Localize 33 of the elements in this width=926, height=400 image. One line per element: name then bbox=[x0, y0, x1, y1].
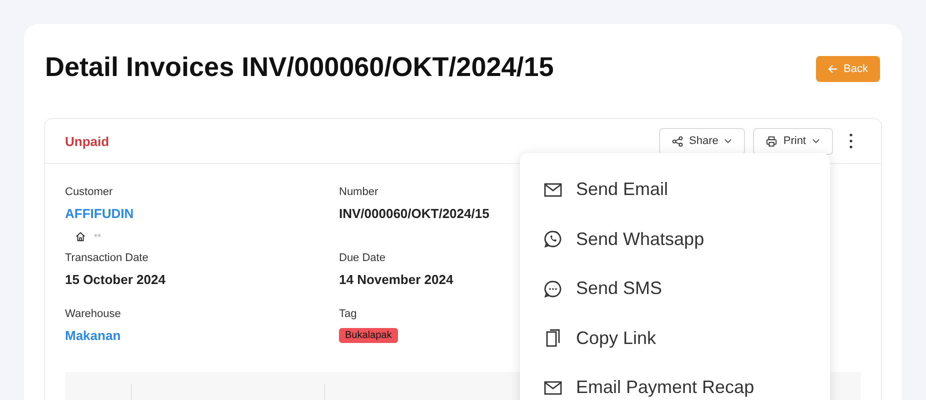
field-label: Transaction Date bbox=[65, 252, 148, 264]
chat-bubble-icon bbox=[544, 280, 562, 298]
field-label: Warehouse bbox=[65, 308, 121, 320]
share-button[interactable]: Share bbox=[659, 128, 746, 154]
field-label: Tag bbox=[339, 308, 357, 320]
phone-bubble-icon bbox=[544, 230, 562, 248]
field-label: Due Date bbox=[339, 252, 386, 264]
menu-item[interactable]: Email Payment Recap bbox=[520, 363, 830, 400]
field-value: INV/000060/OKT/2024/15 bbox=[339, 206, 490, 221]
home-icon bbox=[75, 231, 86, 242]
chevron-down-icon bbox=[724, 138, 732, 144]
printer-icon bbox=[766, 136, 778, 146]
chevron-down-icon bbox=[812, 138, 820, 144]
envelope-icon bbox=[544, 182, 562, 197]
status-label: Unpaid bbox=[65, 134, 110, 148]
menu-item[interactable]: Send Email bbox=[520, 165, 830, 214]
tag-label: Bukalapak bbox=[339, 328, 398, 343]
field-value: 14 November 2024 bbox=[339, 272, 454, 287]
menu-item[interactable]: Send SMS bbox=[520, 264, 830, 314]
field-value: 15 October 2024 bbox=[65, 272, 166, 287]
envelope-icon bbox=[544, 380, 562, 395]
print-button[interactable]: Print bbox=[753, 128, 833, 154]
menu-item[interactable]: Copy Link bbox=[520, 314, 830, 363]
page-title: Detail Invoices INV/000060/OKT/2024/15 bbox=[44, 52, 554, 83]
copy-icon bbox=[544, 329, 562, 348]
field-link[interactable]: AFFIFUDIN bbox=[65, 206, 134, 221]
field-label: Number bbox=[339, 186, 378, 198]
share-icon bbox=[672, 136, 684, 146]
field-label: Customer bbox=[65, 186, 113, 198]
field-link[interactable]: Makanan bbox=[65, 328, 121, 343]
menu-item[interactable]: Send Whatsapp bbox=[520, 214, 830, 264]
address-text: ** bbox=[94, 232, 102, 242]
arrow-left-icon bbox=[828, 64, 838, 74]
